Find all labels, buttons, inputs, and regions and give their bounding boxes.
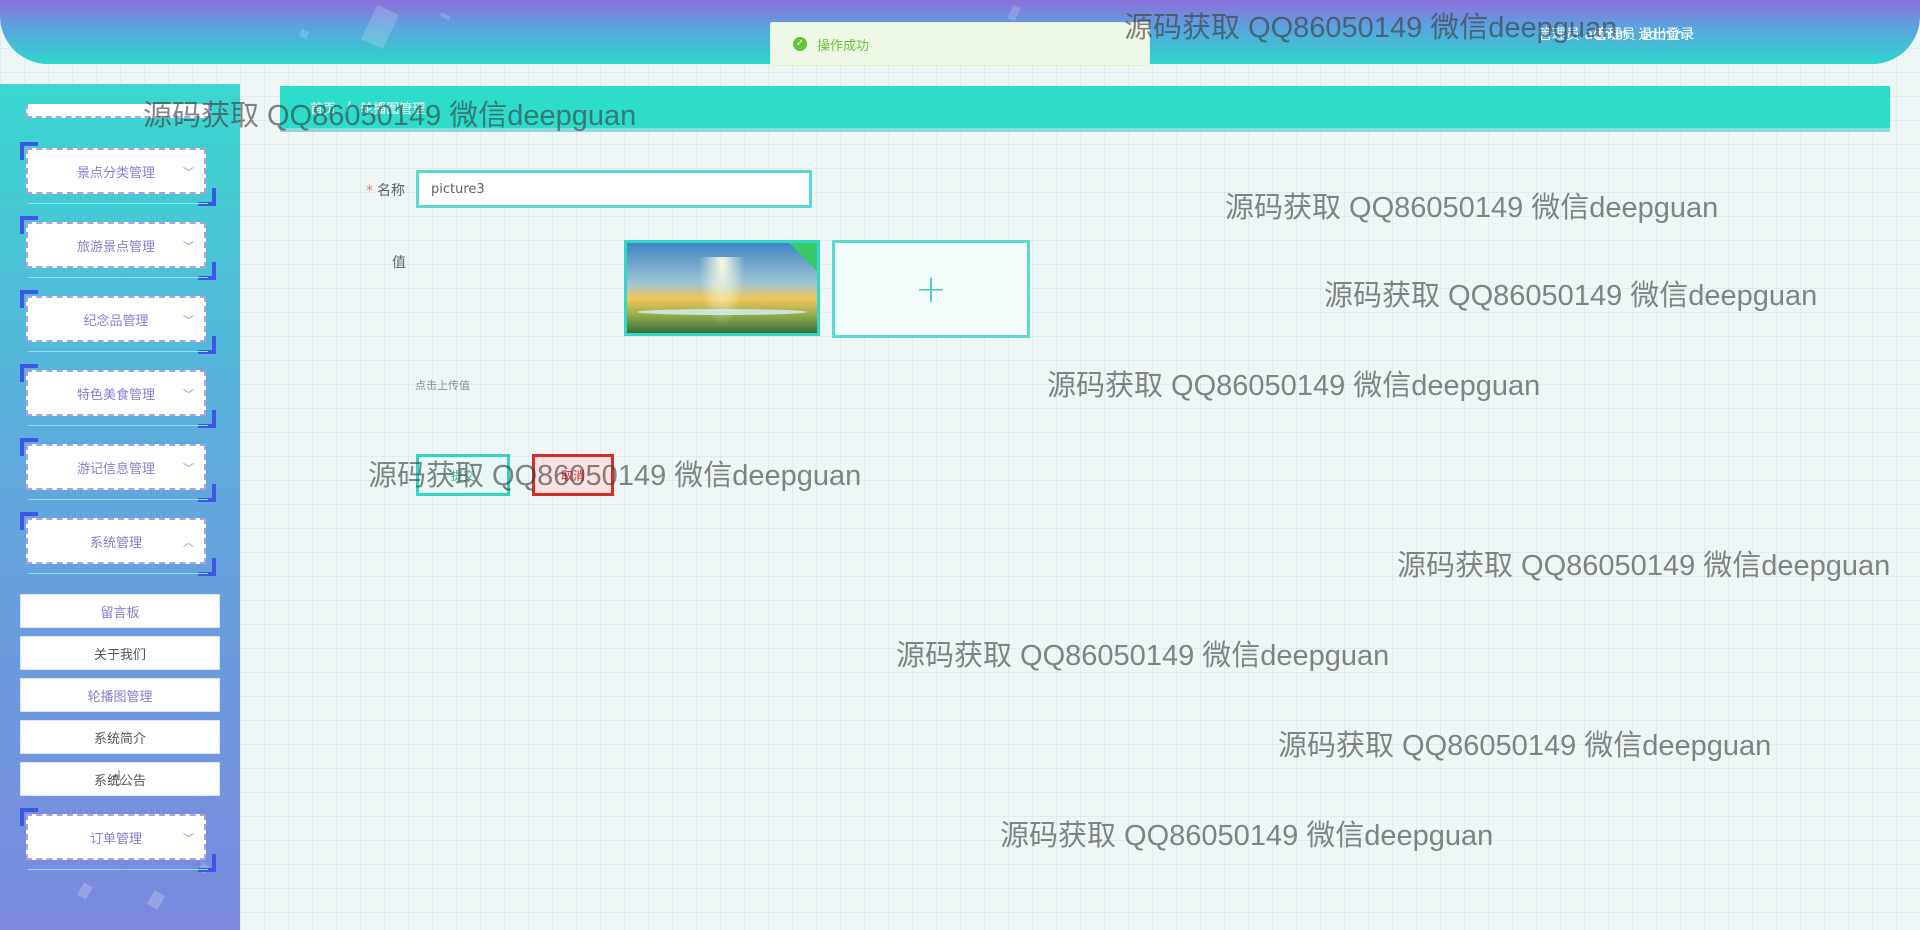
- sun-rays: [699, 257, 745, 327]
- sidebar-item-souvenirs[interactable]: 纪念品管理 ﹀: [20, 290, 216, 354]
- hand-cursor-icon: ☝: [110, 766, 123, 790]
- sidebar-item-label: 游记信息管理: [76, 461, 155, 477]
- sidebar-item-box[interactable]: 纪念品管理 ﹀: [26, 296, 206, 342]
- decor-shape: [439, 12, 451, 20]
- name-label-text: 名称: [377, 183, 405, 199]
- decor-shape: [361, 4, 399, 50]
- chevron-down-icon: ﹀: [183, 462, 194, 475]
- sidebar-item-travel-notes[interactable]: 游记信息管理 ﹀: [20, 438, 216, 502]
- value-label: 值: [392, 255, 406, 271]
- sidebar-item-scenic-category[interactable]: 景点分类管理 ﹀: [20, 142, 216, 206]
- divider: [28, 869, 208, 870]
- submenu-item-system-intro[interactable]: 系统简介: [20, 720, 220, 754]
- divider: [28, 351, 208, 352]
- sidebar-item-box[interactable]: 景点分类管理 ﹀: [26, 148, 206, 194]
- chevron-down-icon: ﹀: [183, 832, 194, 845]
- sidebar-item-scenic-spots[interactable]: 旅游景点管理 ﹀: [20, 216, 216, 280]
- plus-icon: +: [915, 267, 947, 311]
- sidebar-item-label: 特色美食管理: [76, 387, 155, 403]
- chevron-down-icon: ﹀: [183, 388, 194, 401]
- chevron-down-icon: ﹀: [183, 240, 194, 253]
- submenu-item-about-us[interactable]: 关于我们: [20, 636, 220, 670]
- breadcrumb: 首页 / 轮播图管理: [280, 86, 1890, 128]
- chevron-up-icon: ︿: [183, 536, 194, 549]
- upload-tip: 点击上传值: [415, 379, 470, 392]
- check-circle-icon: ✓: [793, 37, 807, 51]
- uploaded-image-thumbnail[interactable]: [624, 240, 820, 336]
- watermark-text: 源码获取 QQ86050149 微信deepguan: [1324, 280, 1818, 312]
- required-mark: *: [366, 183, 373, 199]
- watermark-text: 源码获取 QQ86050149 微信deepguan: [896, 640, 1390, 672]
- divider: [28, 573, 208, 574]
- watermark-text: 源码获取 QQ86050149 微信deepguan: [1047, 370, 1541, 402]
- divider: [28, 425, 208, 426]
- success-toast: ✓ 操作成功: [770, 22, 1150, 66]
- sidebar-item-box[interactable]: 订单管理 ﹀: [26, 814, 206, 860]
- upload-button[interactable]: +: [832, 240, 1030, 338]
- river: [637, 309, 807, 315]
- watermark-text: 源码获取 QQ86050149 微信deepguan: [1397, 550, 1891, 582]
- sidebar-item-box[interactable]: 游记信息管理 ﹀: [26, 444, 206, 490]
- divider: [28, 499, 208, 500]
- divider: [28, 277, 208, 278]
- breadcrumb-current: 轮播图管理: [360, 101, 426, 117]
- sidebar-item-box[interactable]: 特色美食管理 ﹀: [26, 370, 206, 416]
- watermark-text: 源码获取 QQ86050149 微信deepguan: [1225, 192, 1719, 224]
- sidebar-item-label: 订单管理: [89, 831, 142, 847]
- header-user-area: 管理员 admin 退出登录: [1538, 24, 1694, 44]
- chevron-down-icon: ﹀: [183, 166, 194, 179]
- sidebar-item-box[interactable]: 系统管理 ︿: [26, 518, 206, 564]
- sidebar-item-label: 系统管理: [89, 535, 142, 551]
- logout-link[interactable]: 退出登录: [1638, 24, 1694, 44]
- sidebar-item-partial[interactable]: [26, 104, 210, 118]
- submit-button[interactable]: 提交: [416, 454, 510, 496]
- sidebar-item-food[interactable]: 特色美食管理 ﹀: [20, 364, 216, 428]
- decor-shape: [77, 882, 93, 900]
- toast-message: 操作成功: [817, 38, 870, 54]
- name-input[interactable]: [416, 170, 812, 208]
- cancel-button[interactable]: 取消: [532, 454, 614, 496]
- sidebar-item-label: 旅游景点管理: [76, 239, 155, 255]
- decor-shape: [298, 28, 310, 40]
- divider: [28, 203, 208, 204]
- breadcrumb-separator: /: [346, 99, 351, 115]
- admin-user-label: 管理员 admin: [1538, 27, 1629, 43]
- decor-shape: [146, 890, 166, 910]
- sidebar-item-system[interactable]: 系统管理 ︿: [20, 512, 216, 576]
- decor-shape: [1007, 4, 1021, 22]
- watermark-text: 源码获取 QQ86050149 微信deepguan: [1000, 820, 1494, 852]
- sidebar-item-label: 纪念品管理: [83, 313, 149, 329]
- breadcrumb-home[interactable]: 首页: [310, 98, 336, 117]
- sidebar-item-box[interactable]: 旅游景点管理 ﹀: [26, 222, 206, 268]
- submenu-item-message-board[interactable]: 留言板: [20, 594, 220, 628]
- name-label: * 名称: [366, 180, 405, 200]
- submenu-item-carousel[interactable]: 轮播图管理: [20, 678, 220, 712]
- sidebar: 景点分类管理 ﹀ 旅游景点管理 ﹀ 纪念品管理 ﹀ 特色美食管理 ﹀ 游记信息管…: [0, 84, 240, 930]
- sidebar-item-label: 景点分类管理: [76, 165, 155, 181]
- watermark-text: 源码获取 QQ86050149 微信deepguan: [1278, 730, 1772, 762]
- sidebar-item-orders[interactable]: 订单管理 ﹀: [20, 808, 216, 872]
- chevron-down-icon: ﹀: [183, 314, 194, 327]
- upload-success-badge: [789, 243, 817, 271]
